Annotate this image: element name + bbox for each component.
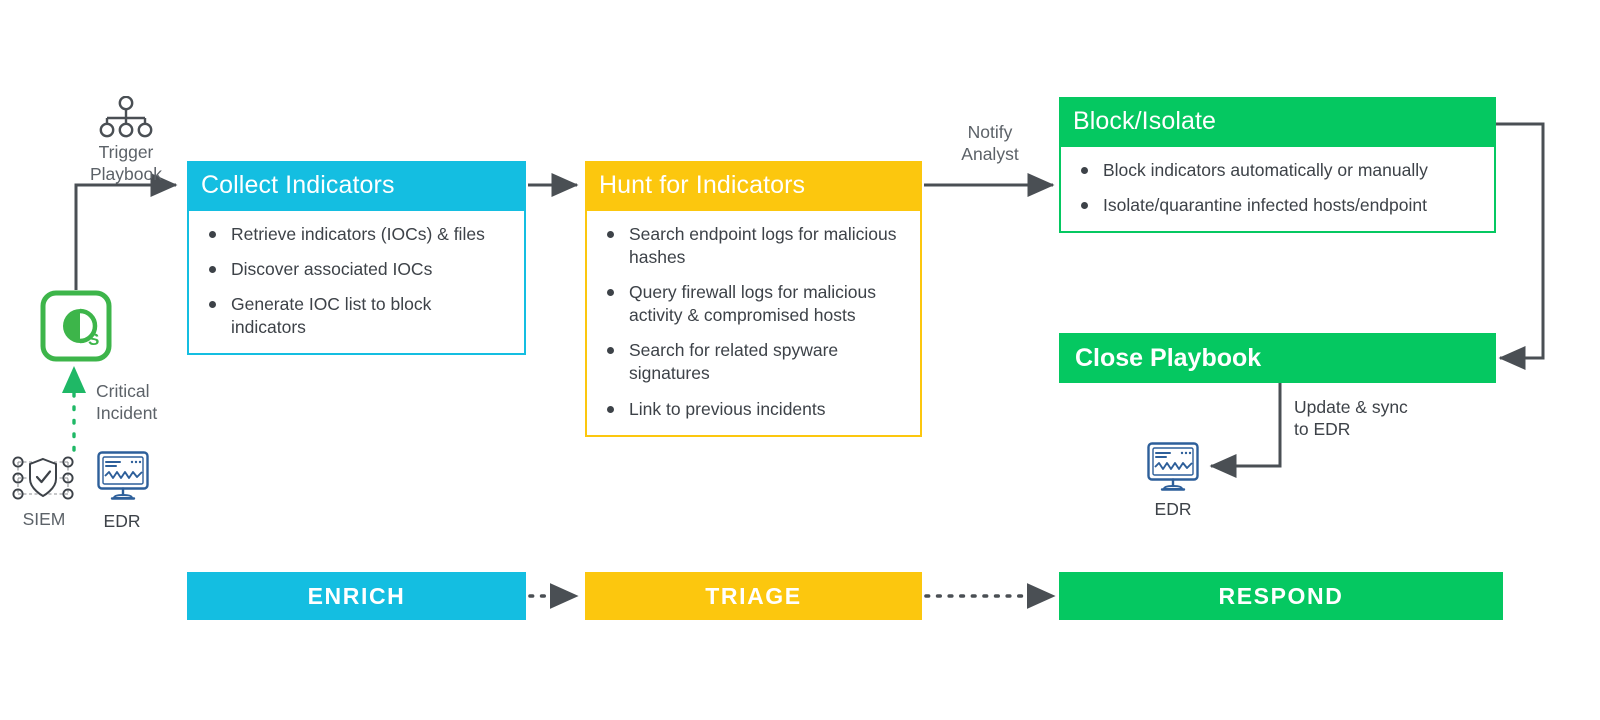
bullet-icon	[1081, 202, 1088, 210]
list-item: Isolate/quarantine infected hosts/endpoi…	[1077, 194, 1478, 217]
card-body: Block indicators automatically or manual…	[1059, 147, 1496, 234]
phase-enrich[interactable]: ENRICH	[187, 572, 526, 620]
phase-label: RESPOND	[1218, 582, 1344, 609]
siem-label: SIEM	[22, 509, 66, 529]
list-item: Link to previous incidents	[603, 398, 904, 421]
trigger-playbook-label: Trigger Playbook	[90, 142, 162, 185]
org-hierarchy-icon	[99, 95, 153, 138]
card-hunt-for-indicators[interactable]: Hunt for Indicators Search endpoint logs…	[585, 161, 922, 437]
wire-block-to-close	[1496, 122, 1545, 370]
list-item-text: Generate IOC list to block indicators	[231, 294, 432, 338]
bullet-icon	[209, 231, 216, 238]
bullet-icon	[209, 266, 216, 274]
list-item: Generate IOC list to block indicators	[205, 293, 508, 339]
list-item-text: Retrieve indicators (IOCs) & files	[231, 224, 485, 244]
bullet-icon	[1081, 167, 1088, 174]
bullet-icon	[209, 301, 216, 309]
phase-label: ENRICH	[307, 582, 406, 609]
list-item-text: Discover associated IOCs	[231, 259, 433, 280]
shield-network-icon	[8, 452, 78, 504]
list-item-text: Link to previous incidents	[629, 398, 826, 419]
bullet-icon	[607, 405, 614, 413]
wire-close-to-edr	[1209, 382, 1282, 478]
critical-incident-label: Critical Incident	[96, 381, 158, 424]
card-item-list: Retrieve indicators (IOCs) & files Disco…	[205, 223, 508, 339]
bullet-icon	[607, 347, 614, 355]
list-item: Retrieve indicators (IOCs) & files	[205, 223, 508, 246]
phase-respond[interactable]: RESPOND	[1059, 572, 1503, 620]
list-item: Block indicators automatically or manual…	[1077, 159, 1478, 182]
card-title: Collect Indicators	[187, 161, 526, 211]
list-item: Search endpoint logs for malicious hashe…	[603, 223, 904, 269]
card-collect-indicators[interactable]: Collect Indicators Retrieve indicators (…	[187, 161, 526, 356]
card-block-isolate[interactable]: Block/Isolate Block indicators automatic…	[1059, 97, 1496, 234]
notify-analyst-label: Notify Analyst	[961, 122, 1019, 165]
list-item-text: Isolate/quarantine infected hosts/endpoi…	[1103, 195, 1427, 216]
monitor-waveform-icon	[96, 450, 150, 502]
edr-source-label: EDR	[103, 511, 141, 531]
monitor-waveform-icon	[1146, 441, 1200, 493]
wire-trigger-playbook	[74, 173, 178, 290]
bullet-icon	[607, 231, 614, 238]
card-title: Hunt for Indicators	[585, 161, 922, 211]
list-item: Search for related spyware signatures	[603, 339, 904, 385]
list-item: Query firewall logs for malicious activi…	[603, 281, 904, 327]
list-item-text: Search endpoint logs for malicious hashe…	[629, 224, 897, 268]
card-item-list: Block indicators automatically or manual…	[1077, 159, 1478, 217]
edr-sink-label: EDR	[1154, 499, 1192, 519]
soar-platform-logo: S	[39, 289, 113, 363]
card-body: Retrieve indicators (IOCs) & files Disco…	[187, 211, 526, 356]
phase-label: TRIAGE	[705, 582, 802, 609]
card-title: Block/Isolate	[1059, 97, 1496, 147]
card-item-list: Search endpoint logs for malicious hashe…	[603, 223, 904, 421]
card-body: Search endpoint logs for malicious hashe…	[585, 211, 922, 437]
svg-text:S: S	[88, 330, 99, 349]
phase-triage[interactable]: TRIAGE	[585, 572, 922, 620]
bullet-icon	[607, 289, 614, 297]
diagram-canvas: Trigger Playbook S Critical Incident SIE…	[0, 0, 1600, 720]
banner-close-playbook[interactable]: Close Playbook	[1059, 333, 1496, 383]
list-item-text: Query firewall logs for malicious activi…	[629, 282, 877, 326]
list-item-text: Block indicators automatically or manual…	[1103, 160, 1428, 180]
banner-title: Close Playbook	[1075, 343, 1262, 372]
list-item: Discover associated IOCs	[205, 258, 508, 281]
update-sync-label: Update & sync to EDR	[1294, 397, 1408, 440]
list-item-text: Search for related spyware signatures	[629, 340, 839, 384]
